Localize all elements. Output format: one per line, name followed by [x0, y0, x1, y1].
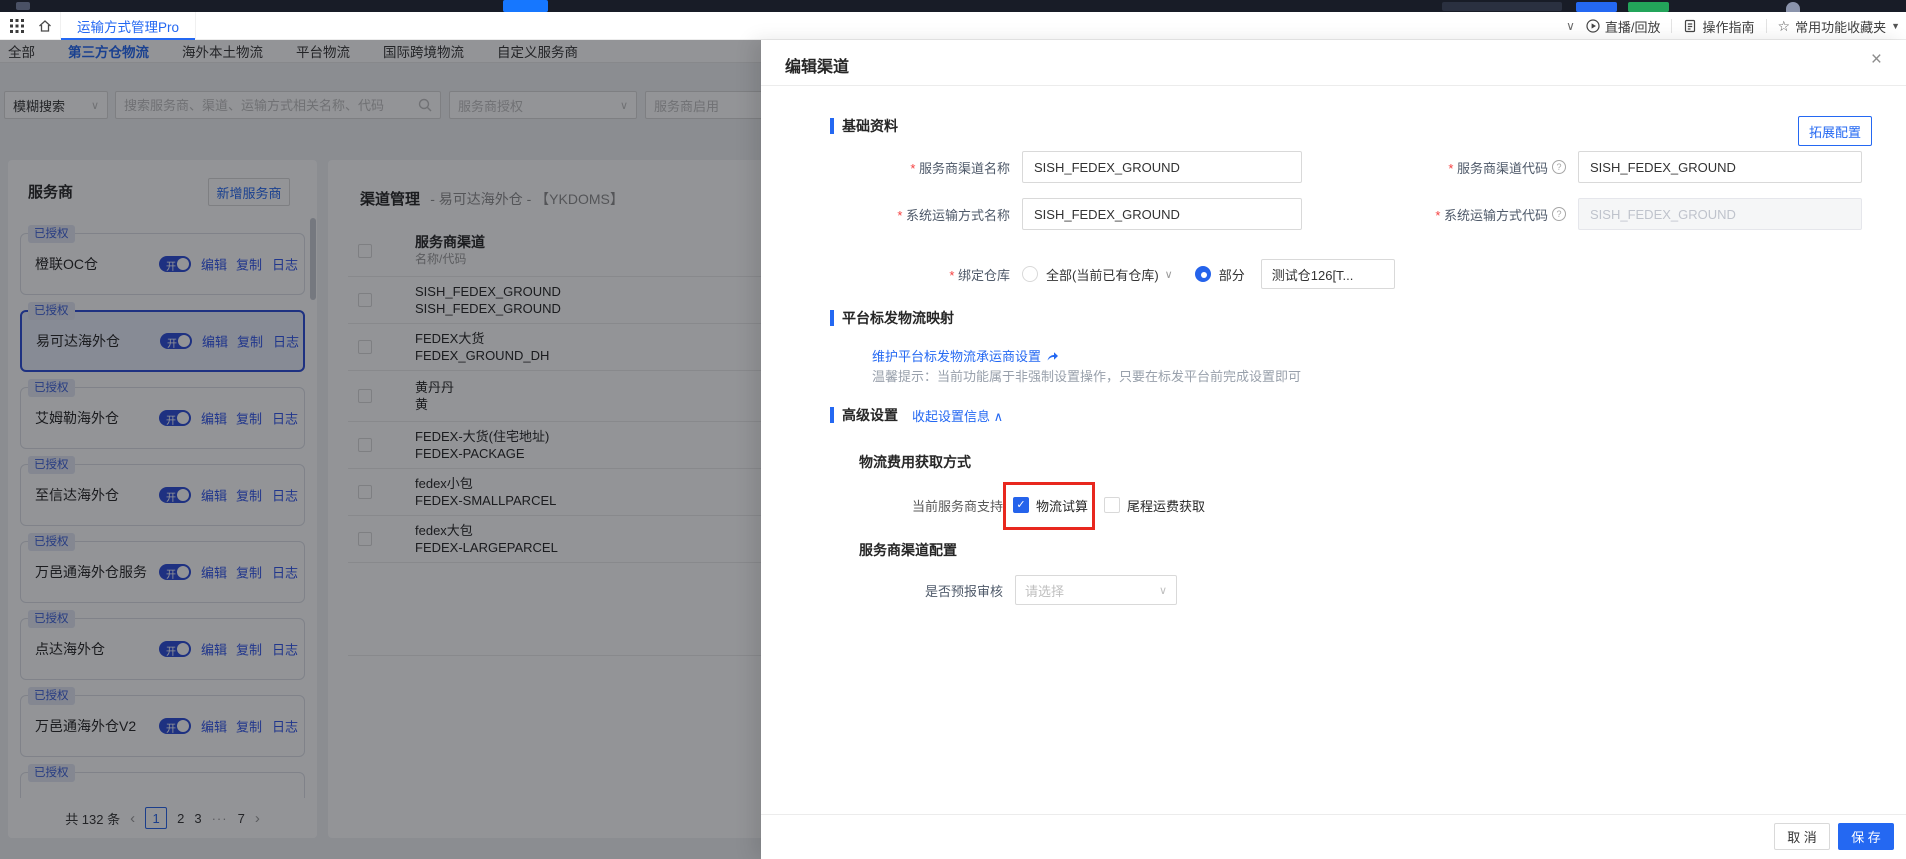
top-strip-avatar-fragment [1786, 2, 1800, 12]
modal-backdrop[interactable] [0, 40, 761, 859]
radio-all-warehouses[interactable] [1022, 266, 1038, 282]
channel-config-title: 服务商渠道配置 [859, 540, 957, 560]
top-strip-logo-fragment [16, 2, 30, 10]
transport-name-label: 系统运输方式名称 [781, 205, 1010, 224]
window-top-strip [0, 0, 1906, 12]
forecast-review-row: 是否预报审核 请选择 ∨ [925, 575, 1177, 605]
drawer-header: 编辑渠道 × [761, 40, 1906, 86]
channel-code-label: 服务商渠道代码 [1301, 158, 1548, 177]
top-strip-input-fragment [1442, 2, 1562, 11]
channel-name-label: 服务商渠道名称 [781, 158, 1010, 177]
mapping-hint-text: 温馨提示：当前功能属于非强制设置操作，只要在标发平台前完成设置即可 [872, 366, 1301, 385]
drawer-footer: 取 消 保 存 [761, 814, 1906, 859]
radio-partial-warehouses[interactable] [1195, 266, 1211, 282]
play-circle-icon [1586, 19, 1600, 33]
channel-name-input[interactable] [1022, 151, 1302, 183]
top-strip-blue-fragment [503, 0, 548, 12]
transport-name-input[interactable] [1022, 198, 1302, 230]
transport-code-label: 系统运输方式代码 [1301, 205, 1548, 224]
field-bind-warehouse: 绑定仓库 全部(当前已有仓库) ∨ 部分 测试仓126[T... [781, 257, 1395, 291]
info-icon: ? [1552, 207, 1566, 221]
transport-code-input-disabled [1578, 198, 1862, 230]
section-basic-info-title: 基础资料 [842, 116, 898, 136]
collapse-chevron-icon[interactable]: ∨ [1566, 19, 1575, 33]
chevron-down-icon[interactable]: ∨ [1165, 268, 1173, 281]
fee-method-title: 物流费用获取方式 [859, 452, 971, 472]
star-icon: ☆ [1778, 18, 1791, 35]
provider-support-label: 当前服务商支持 [912, 496, 1003, 515]
section-platform-mapping-title: 平台标发物流映射 [842, 308, 954, 328]
forecast-review-label: 是否预报审核 [925, 581, 1003, 600]
field-transport-code: 系统运输方式代码 ? [1301, 198, 1862, 230]
chevron-down-icon: ∨ [1159, 584, 1167, 597]
bind-warehouse-label: 绑定仓库 [781, 265, 1010, 284]
edit-channel-drawer: 编辑渠道 × 拓展配置 基础资料 服务商渠道名称 服务商渠道代码 ? 系统运输方… [761, 40, 1906, 859]
tab-transport-mode-pro-label: 运输方式管理Pro [77, 16, 179, 36]
menu-separator [1766, 19, 1767, 33]
section-platform-mapping: 平台标发物流映射 [830, 308, 954, 328]
field-channel-code: 服务商渠道代码 ? [1301, 151, 1862, 183]
menu-item-favorites[interactable]: ☆ 常用功能收藏夹 ▼ [1778, 17, 1901, 36]
forecast-review-placeholder: 请选择 [1025, 581, 1064, 600]
section-bar [830, 310, 834, 326]
tabbar-right-menu: ∨ 直播/回放 操作指南 ☆ 常用功能收藏夹 ▼ [1566, 12, 1900, 40]
menu-separator [1671, 19, 1672, 33]
drawer-title: 编辑渠道 [785, 53, 849, 77]
annotation-highlight-box [1003, 482, 1095, 530]
section-bar [830, 118, 834, 134]
top-strip-green-button-fragment [1628, 2, 1669, 12]
channel-code-input[interactable] [1578, 151, 1862, 183]
save-button[interactable]: 保 存 [1838, 823, 1894, 850]
tab-transport-mode-pro[interactable]: 运输方式管理Pro [60, 12, 196, 40]
app-tabbar: 运输方式管理Pro ∨ 直播/回放 操作指南 ☆ 常用功能收藏夹 ▼ [0, 12, 1906, 40]
maintain-carrier-settings-link[interactable]: 维护平台标发物流承运商设置 [872, 346, 1059, 365]
expand-config-button[interactable]: 拓展配置 [1798, 116, 1872, 146]
section-advanced: 高级设置 收起设置信息 ∧ [830, 405, 1003, 425]
warehouse-select[interactable]: 测试仓126[T... [1261, 259, 1395, 289]
lastmile-fee-label: 尾程运费获取 [1127, 496, 1205, 515]
menu-item-guide[interactable]: 操作指南 [1683, 17, 1754, 36]
share-arrow-icon [1046, 350, 1059, 362]
close-icon[interactable]: × [1871, 50, 1882, 69]
section-bar [830, 407, 834, 423]
menu-item-live-replay-label: 直播/回放 [1605, 17, 1661, 36]
menu-item-live-replay[interactable]: 直播/回放 [1586, 17, 1661, 36]
forecast-review-select[interactable]: 请选择 ∨ [1015, 575, 1177, 605]
maintain-carrier-settings-link-label: 维护平台标发物流承运商设置 [872, 346, 1041, 365]
section-advanced-title: 高级设置 [842, 405, 898, 425]
field-transport-name: 系统运输方式名称 [781, 198, 1302, 230]
caret-down-icon: ▼ [1891, 21, 1900, 31]
field-channel-name: 服务商渠道名称 [781, 151, 1302, 183]
menu-item-favorites-label: 常用功能收藏夹 [1795, 17, 1886, 36]
info-icon: ? [1552, 160, 1566, 174]
section-basic-info: 基础资料 [830, 116, 898, 136]
top-strip-blue-button-fragment [1576, 2, 1617, 12]
collapse-settings-link[interactable]: 收起设置信息 ∧ [912, 406, 1003, 425]
cancel-button[interactable]: 取 消 [1774, 823, 1830, 850]
radio-all-warehouses-label: 全部(当前已有仓库) [1046, 265, 1159, 284]
document-icon [1683, 19, 1697, 33]
radio-partial-warehouses-label: 部分 [1219, 265, 1245, 284]
home-icon[interactable] [37, 18, 53, 34]
menu-item-guide-label: 操作指南 [1702, 17, 1754, 36]
lastmile-fee-checkbox[interactable] [1104, 497, 1120, 513]
apps-grid-icon[interactable] [10, 19, 24, 33]
